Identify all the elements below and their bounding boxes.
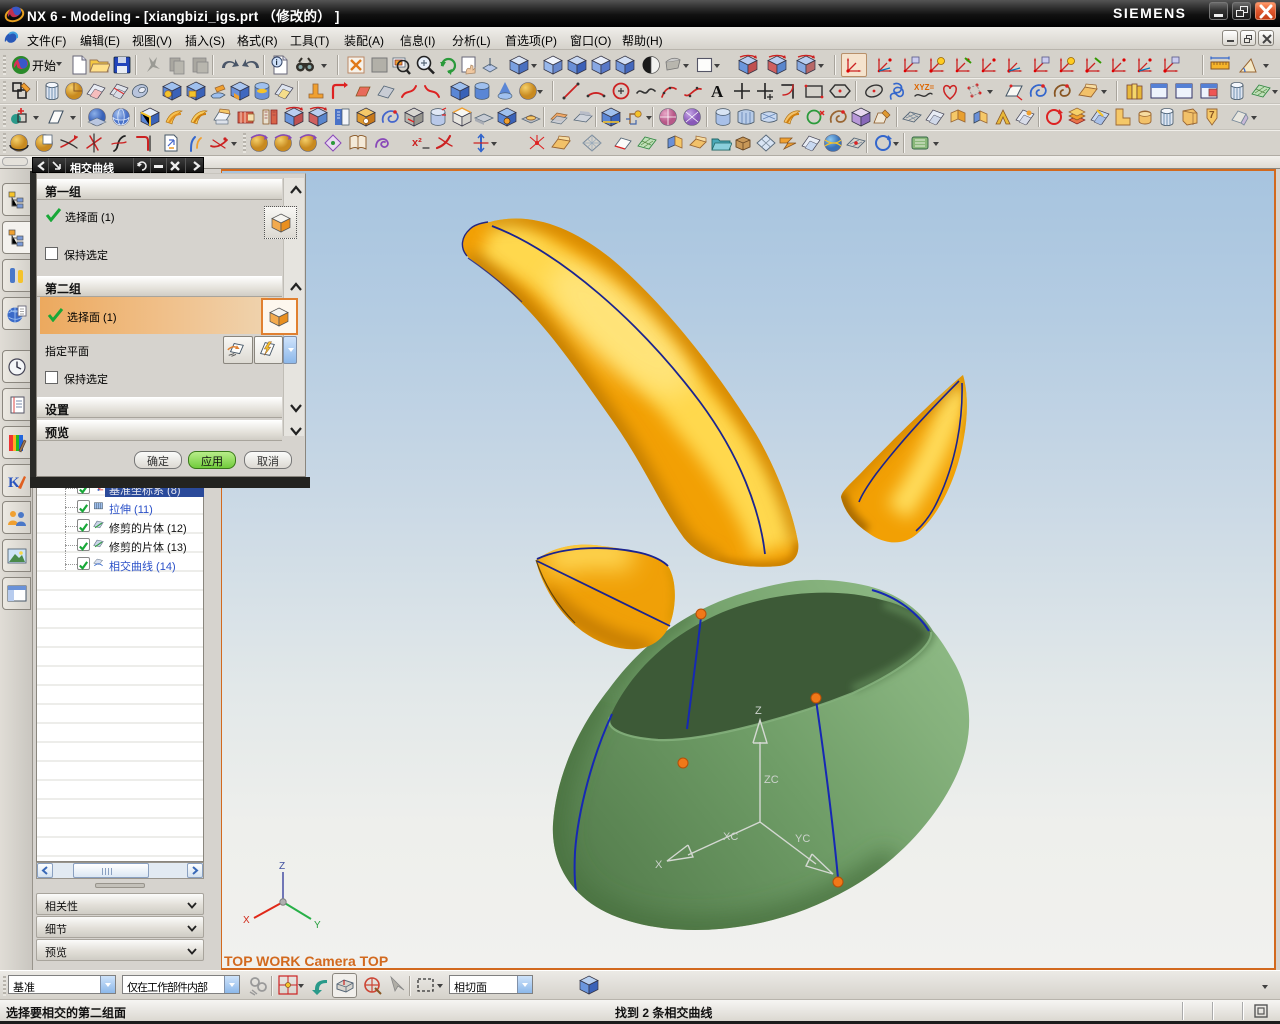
svg-text:K: K xyxy=(8,475,20,491)
svg-text:A: A xyxy=(711,82,724,101)
svg-text:x²: x² xyxy=(412,137,422,149)
svg-text:Y: Y xyxy=(314,920,321,931)
svg-text:TOP WORK Camera TOP: TOP WORK Camera TOP xyxy=(224,953,388,968)
svg-text:XYZ=: XYZ= xyxy=(914,83,934,92)
svg-text:Z: Z xyxy=(279,861,285,872)
svg-text:7: 7 xyxy=(1209,110,1215,121)
svg-text:i: i xyxy=(276,58,278,67)
svg-text:X: X xyxy=(243,915,250,926)
svg-text:Z: Z xyxy=(755,705,762,717)
svg-text:XC: XC xyxy=(723,831,738,843)
svg-text:YC: YC xyxy=(795,833,810,845)
svg-text:ZC: ZC xyxy=(764,774,779,786)
svg-text:X: X xyxy=(655,859,663,871)
